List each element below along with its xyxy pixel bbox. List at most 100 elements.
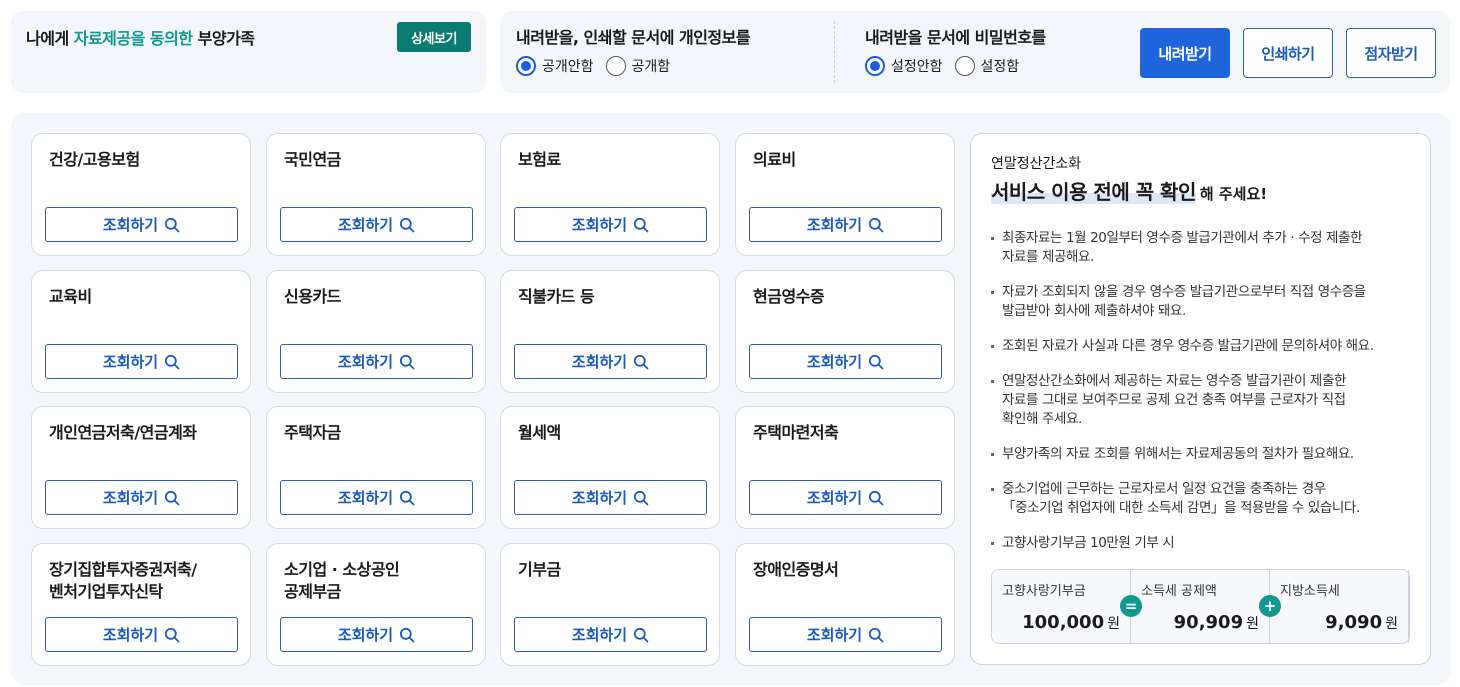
info-subtitle: 연말정산간소화 — [991, 156, 1082, 172]
category-card: 건강/고용보험조회하기 — [31, 133, 251, 256]
category-title-text: 건강/고용보험 — [49, 150, 140, 169]
radio-label: 공개안함 — [542, 59, 594, 75]
personal-info-option-group: 내려받을, 인쇄할 문서에 개인정보를 공개안함 공개함 — [516, 24, 751, 76]
query-button-label: 조회하기 — [102, 353, 159, 371]
calc-donation: 고향사랑기부금 100,000 원 — [992, 570, 1131, 643]
category-card: 보험료 조회하기 — [500, 133, 720, 256]
radio-personal-info-show[interactable]: 공개함 — [605, 56, 670, 76]
category-title: 기부금 — [518, 559, 561, 581]
search-icon — [868, 354, 884, 370]
category-title: 월세액 — [518, 422, 561, 444]
radio-checked-icon — [865, 56, 885, 76]
query-button[interactable]: 조회하기 — [45, 344, 238, 379]
query-button-label: 조회하기 — [806, 353, 863, 371]
category-title-text: 국민연금 — [284, 150, 341, 169]
category-title-text: 주택마련저축 — [753, 423, 839, 442]
query-button-label: 조회하기 — [102, 216, 159, 234]
category-title-text: 현금영수증 — [753, 287, 825, 306]
equals-icon: = — [1120, 595, 1142, 617]
category-title-text: 직불카드 등 — [518, 287, 595, 306]
category-card: 소기업 · 소상공인 공제부금 조회하기 — [266, 543, 486, 666]
category-title-text: 신용카드 — [284, 287, 341, 306]
search-icon — [633, 354, 649, 370]
info-note-line: 확인해 주세요. — [1002, 411, 1082, 427]
info-note-item: 조회된 자료가 사실과 다른 경우 영수증 발급기관에 문의하셔야 해요. — [991, 337, 1411, 356]
calc-donation-label: 고향사랑기부금 — [1002, 584, 1086, 599]
query-button[interactable]: 조회하기 — [749, 617, 942, 652]
calc-local-tax-label: 지방소득세 — [1280, 584, 1340, 599]
query-button[interactable]: 조회하기 — [280, 480, 473, 515]
query-button[interactable]: 조회하기 — [45, 480, 238, 515]
query-button[interactable]: 조회하기 — [514, 617, 707, 652]
calc-local-tax: 지방소득세 9,090 원 — [1270, 570, 1409, 643]
search-icon — [633, 627, 649, 643]
query-button[interactable]: 조회하기 — [45, 617, 238, 652]
category-title-line: 벤처기업투자신탁 — [49, 582, 163, 601]
query-button[interactable]: 조회하기 — [45, 207, 238, 242]
password-option-label: 내려받을 문서에 비밀번호를 — [865, 28, 1046, 47]
category-card: 교육비조회하기 — [31, 270, 251, 393]
info-note-item: 부양가족의 자료 조회를 위해서는 자료제공동의 절차가 필요해요. — [991, 445, 1411, 464]
category-title: 장애인증명서 — [753, 559, 839, 581]
category-title-text: 교육비 — [49, 287, 92, 306]
category-title-text: 장애인증명서 — [753, 560, 839, 579]
query-button[interactable]: 조회하기 — [749, 207, 942, 242]
calc-unit: 원 — [1246, 616, 1259, 632]
query-button-label: 조회하기 — [102, 626, 159, 644]
info-note-line: 조회된 자료가 사실과 다른 경우 영수증 발급기관에 문의하셔야 해요. — [1002, 338, 1374, 354]
radio-label: 설정함 — [980, 59, 1020, 75]
query-button[interactable]: 조회하기 — [280, 207, 473, 242]
info-note-item: 최종자료는 1월 20일부터 영수증 발급기관에서 추가 · 수정 제출한 자료를… — [991, 229, 1411, 267]
print-button[interactable]: 인쇄하기 — [1243, 28, 1333, 78]
radio-unchecked-icon — [605, 56, 626, 76]
info-notes-list: 최종자료는 1월 20일부터 영수증 발급기관에서 추가 · 수정 제출한 자료를… — [991, 229, 1411, 569]
radio-label: 설정안함 — [891, 59, 943, 75]
query-button[interactable]: 조회하기 — [514, 344, 707, 379]
query-button[interactable]: 조회하기 — [514, 207, 707, 242]
search-icon — [868, 627, 884, 643]
category-title-text: 주택자금 — [284, 423, 341, 442]
search-icon — [399, 490, 415, 506]
radio-password-on[interactable]: 설정함 — [954, 56, 1020, 76]
category-title: 직불카드 등 — [518, 286, 595, 308]
category-title: 신용카드 — [284, 286, 341, 308]
category-card: 의료비 조회하기 — [735, 133, 955, 256]
search-icon — [868, 490, 884, 506]
radio-personal-info-hide[interactable]: 공개안함 — [516, 56, 594, 76]
search-icon — [399, 217, 415, 233]
calc-unit: 원 — [1385, 616, 1398, 632]
donation-calc-box: 고향사랑기부금 100,000 원 소득세 공제액 90,909 원 지방소득세 9… — [991, 569, 1410, 644]
query-button[interactable]: 조회하기 — [749, 480, 942, 515]
query-button[interactable]: 조회하기 — [280, 617, 473, 652]
info-note-item: 고향사랑기부금 10만원 기부 시 — [991, 534, 1411, 553]
query-button-label: 조회하기 — [337, 216, 394, 234]
category-card: 국민연금조회하기 — [266, 133, 486, 256]
category-title-line: 장기집합투자증권저축/ — [49, 560, 197, 579]
category-title-text: 개인연금저축/연금계좌 — [49, 423, 197, 442]
braille-button[interactable]: 점자받기 — [1346, 28, 1436, 78]
consent-panel: 나에게 자료제공을 동의한 부양가족 상세보기 — [11, 11, 486, 93]
info-note-line: 고향사랑기부금 10만원 기부 시 — [1002, 535, 1175, 551]
query-button-label: 조회하기 — [337, 353, 394, 371]
query-button[interactable]: 조회하기 — [280, 344, 473, 379]
divider — [834, 21, 835, 83]
info-note-line: 자료가 조회되지 않을 경우 영수증 발급기관으로부터 직접 영수증을 — [1002, 284, 1366, 300]
radio-password-off[interactable]: 설정안함 — [865, 56, 943, 76]
category-title: 교육비 — [49, 286, 92, 308]
radio-checked-icon — [516, 56, 536, 76]
query-button[interactable]: 조회하기 — [749, 344, 942, 379]
query-button-label: 조회하기 — [571, 489, 628, 507]
download-button[interactable]: 내려받기 — [1140, 28, 1230, 78]
query-button[interactable]: 조회하기 — [514, 480, 707, 515]
category-card: 주택마련저축조회하기 — [735, 406, 955, 529]
calc-tax-credit: 소득세 공제액 90,909 원 — [1131, 570, 1270, 643]
category-title-text: 월세액 — [518, 423, 561, 442]
document-options-panel: 내려받을, 인쇄할 문서에 개인정보를 공개안함 공개함 내려받을 문서에 비밀… — [500, 11, 1450, 93]
info-headline-tail: 해 주세요! — [1199, 185, 1268, 203]
category-card: 직불카드 등조회하기 — [500, 270, 720, 393]
info-note-line: 「중소기업 취업자에 대한 소득세 감면」을 적용받을 수 있습니다. — [1002, 500, 1360, 516]
search-icon — [399, 627, 415, 643]
category-title: 현금영수증 — [753, 286, 825, 308]
query-button-label: 조회하기 — [337, 489, 394, 507]
detail-button[interactable]: 상세보기 — [397, 22, 471, 52]
